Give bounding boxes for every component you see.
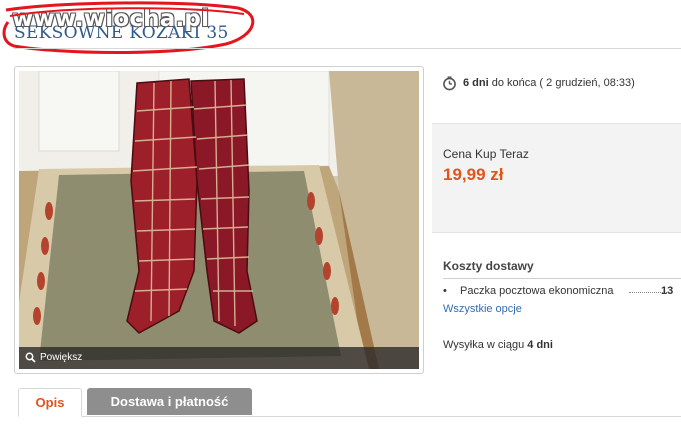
dispatch-time: Wysyłka w ciągu 4 dni: [443, 339, 553, 351]
tab-description[interactable]: Opis: [18, 388, 82, 417]
dispatch-value: 4 dni: [527, 339, 553, 351]
enlarge-bar[interactable]: Powiększ: [19, 347, 419, 369]
countdown-end: do końca ( 2 grudzień, 08:33): [488, 77, 635, 89]
all-shipping-options-link[interactable]: Wszystkie opcje: [443, 303, 522, 315]
product-photo[interactable]: Powiększ: [19, 71, 419, 369]
buy-now-label: Cena Kup Teraz: [443, 147, 529, 161]
enlarge-label[interactable]: Powiększ: [40, 352, 82, 363]
tab-bar: Opis Dostawa i płatność: [18, 388, 681, 417]
shipping-divider: [443, 278, 681, 279]
shipping-option-price: 13: [661, 285, 674, 297]
photo-frame: Powiększ: [14, 66, 424, 374]
bullet: •: [443, 285, 447, 297]
dispatch-prefix: Wysyłka w ciągu: [443, 339, 528, 351]
shipping-option-name: Paczka pocztowa ekonomiczna: [460, 285, 614, 297]
listing-header: SEKSOWNE KOZAKI 35 www.wiocha.pl: [0, 0, 681, 60]
title-divider: [14, 48, 681, 49]
shipping-title: Koszty dostawy: [443, 259, 534, 273]
buy-now-price: 19,99 zł: [443, 165, 504, 184]
tab-delivery-payment[interactable]: Dostawa i płatność: [87, 388, 252, 415]
red-circle-scribble: [2, 1, 255, 54]
countdown-days: 6 dni: [463, 77, 489, 89]
clock-icon: [443, 76, 456, 91]
magnifier-icon: [25, 352, 36, 363]
